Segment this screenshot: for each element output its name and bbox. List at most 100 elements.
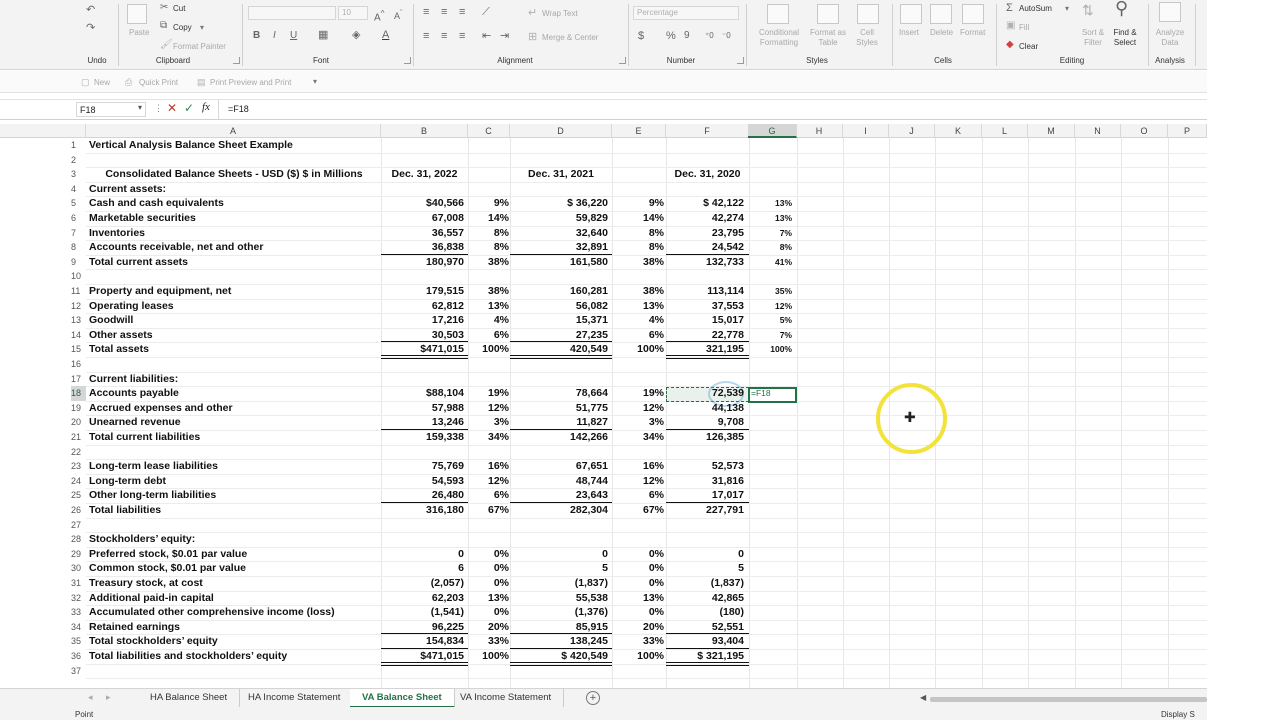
percent-2022-row-35[interactable]: 33% [468, 634, 510, 649]
percent-2022-row-19[interactable]: 12% [468, 401, 510, 416]
line-label-row-20[interactable]: Unearned revenue [89, 415, 379, 430]
line-label-row-32[interactable]: Additional paid-in capital [89, 591, 379, 606]
percent-2021-row-21[interactable]: 34% [612, 430, 664, 445]
percent-2020-row-11[interactable]: 35% [748, 284, 794, 299]
percent-2022-row-15[interactable]: 100% [468, 342, 510, 357]
value-2020-row-7[interactable]: 23,795 [666, 226, 744, 241]
value-2021-row-26[interactable]: 282,304 [510, 503, 608, 518]
percent-2022-row-6[interactable]: 14% [468, 211, 510, 226]
line-label-row-6[interactable]: Marketable securities [89, 211, 379, 226]
value-2022-row-24[interactable]: 54,593 [381, 474, 464, 489]
percent-2020-row-6[interactable]: 13% [748, 211, 794, 226]
value-2020-row-34[interactable]: 52,551 [666, 620, 744, 635]
line-label-row-13[interactable]: Goodwill [89, 313, 379, 328]
percent-2021-row-30[interactable]: 0% [612, 561, 664, 576]
value-2020-row-18[interactable]: 72,539 [666, 386, 744, 401]
value-2022-row-25[interactable]: 26,480 [381, 488, 464, 503]
value-2022-row-30[interactable]: 6 [381, 561, 464, 576]
percent-2022-row-5[interactable]: 9% [468, 196, 510, 211]
percent-2020-row-13[interactable]: 5% [748, 313, 794, 328]
value-2022-row-6[interactable]: 67,008 [381, 211, 464, 226]
value-2020-row-26[interactable]: 227,791 [666, 503, 744, 518]
line-label-row-36[interactable]: Total liabilities and stockholders’ equi… [89, 649, 379, 664]
percent-2020-row-9[interactable]: 41% [748, 255, 794, 270]
value-2020-row-23[interactable]: 52,573 [666, 459, 744, 474]
sheet-tab-va-balance-sheet[interactable]: VA Balance Sheet [350, 689, 455, 708]
value-2021-row-14[interactable]: 27,235 [510, 328, 608, 343]
percent-2021-row-15[interactable]: 100% [612, 342, 664, 357]
percent-2022-row-36[interactable]: 100% [468, 649, 510, 664]
value-2021-row-9[interactable]: 161,580 [510, 255, 608, 270]
percent-2021-row-7[interactable]: 8% [612, 226, 664, 241]
value-2021-row-25[interactable]: 23,643 [510, 488, 608, 503]
line-label-row-14[interactable]: Other assets [89, 328, 379, 343]
value-2020-row-24[interactable]: 31,816 [666, 474, 744, 489]
value-2022-row-26[interactable]: 316,180 [381, 503, 464, 518]
percent-2022-row-11[interactable]: 38% [468, 284, 510, 299]
line-label-row-33[interactable]: Accumulated other comprehensive income (… [89, 605, 379, 620]
line-label-row-24[interactable]: Long-term debt [89, 474, 379, 489]
percent-2021-row-34[interactable]: 20% [612, 620, 664, 635]
value-2020-row-9[interactable]: 132,733 [666, 255, 744, 270]
percent-2020-row-5[interactable]: 13% [748, 196, 794, 211]
value-2022-row-5[interactable]: $40,566 [381, 196, 464, 211]
value-2021-row-29[interactable]: 0 [510, 547, 608, 562]
value-2021-row-23[interactable]: 67,651 [510, 459, 608, 474]
value-2020-row-25[interactable]: 17,017 [666, 488, 744, 503]
value-2020-row-32[interactable]: 42,865 [666, 591, 744, 606]
column-date-2022[interactable]: Dec. 31, 2022 [381, 167, 468, 182]
line-label-row-9[interactable]: Total current assets [89, 255, 379, 270]
line-label-row-15[interactable]: Total assets [89, 342, 379, 357]
percent-2022-row-21[interactable]: 34% [468, 430, 510, 445]
balance-sheet-header[interactable]: Consolidated Balance Sheets - USD ($) $ … [89, 167, 379, 182]
value-2021-row-24[interactable]: 48,744 [510, 474, 608, 489]
horizontal-scrollbar[interactable] [930, 697, 1207, 702]
tab-scroll-left-icon[interactable]: ◂ [88, 692, 93, 703]
percent-2021-row-33[interactable]: 0% [612, 605, 664, 620]
percent-2022-row-8[interactable]: 8% [468, 240, 510, 255]
line-label-row-28[interactable]: Stockholders’ equity: [89, 532, 379, 547]
percent-2022-row-30[interactable]: 0% [468, 561, 510, 576]
value-2021-row-12[interactable]: 56,082 [510, 299, 608, 314]
percent-2021-row-20[interactable]: 3% [612, 415, 664, 430]
percent-2021-row-6[interactable]: 14% [612, 211, 664, 226]
value-2021-row-5[interactable]: $ 36,220 [510, 196, 608, 211]
percent-2021-row-29[interactable]: 0% [612, 547, 664, 562]
value-2020-row-19[interactable]: 44,138 [666, 401, 744, 416]
value-2021-row-19[interactable]: 51,775 [510, 401, 608, 416]
value-2022-row-31[interactable]: (2,057) [381, 576, 464, 591]
value-2021-row-11[interactable]: 160,281 [510, 284, 608, 299]
percent-2021-row-31[interactable]: 0% [612, 576, 664, 591]
line-label-row-23[interactable]: Long-term lease liabilities [89, 459, 379, 474]
value-2022-row-33[interactable]: (1,541) [381, 605, 464, 620]
percent-2022-row-18[interactable]: 19% [468, 386, 510, 401]
value-2022-row-23[interactable]: 75,769 [381, 459, 464, 474]
value-2021-row-35[interactable]: 138,245 [510, 634, 608, 649]
percent-2021-row-9[interactable]: 38% [612, 255, 664, 270]
line-label-row-34[interactable]: Retained earnings [89, 620, 379, 635]
value-2022-row-9[interactable]: 180,970 [381, 255, 464, 270]
percent-2022-row-29[interactable]: 0% [468, 547, 510, 562]
sheet-title[interactable]: Vertical Analysis Balance Sheet Example [89, 138, 379, 153]
value-2021-row-32[interactable]: 55,538 [510, 591, 608, 606]
percent-2022-row-7[interactable]: 8% [468, 226, 510, 241]
percent-2020-row-14[interactable]: 7% [748, 328, 794, 343]
value-2022-row-11[interactable]: 179,515 [381, 284, 464, 299]
value-2022-row-35[interactable]: 154,834 [381, 634, 464, 649]
percent-2021-row-18[interactable]: 19% [612, 386, 664, 401]
percent-2020-row-12[interactable]: 12% [748, 299, 794, 314]
value-2022-row-13[interactable]: 17,216 [381, 313, 464, 328]
percent-2021-row-32[interactable]: 13% [612, 591, 664, 606]
value-2021-row-31[interactable]: (1,837) [510, 576, 608, 591]
value-2020-row-29[interactable]: 0 [666, 547, 744, 562]
cell-edit-g18[interactable]: =F18 [751, 386, 797, 401]
value-2020-row-6[interactable]: 42,274 [666, 211, 744, 226]
line-label-row-11[interactable]: Property and equipment, net [89, 284, 379, 299]
value-2020-row-13[interactable]: 15,017 [666, 313, 744, 328]
value-2020-row-11[interactable]: 113,114 [666, 284, 744, 299]
value-2022-row-34[interactable]: 96,225 [381, 620, 464, 635]
tab-scroll-right-icon[interactable]: ▸ [106, 692, 111, 703]
line-label-row-18[interactable]: Accounts payable [89, 386, 379, 401]
value-2020-row-20[interactable]: 9,708 [666, 415, 744, 430]
value-2020-row-30[interactable]: 5 [666, 561, 744, 576]
